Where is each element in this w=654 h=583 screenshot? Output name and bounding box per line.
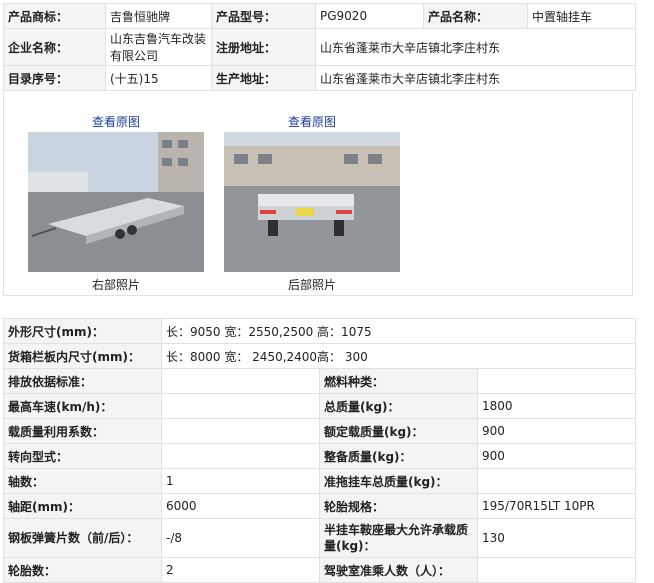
max-speed-value <box>161 393 320 419</box>
steering-value <box>161 443 320 469</box>
brand-label: 产品商标： <box>3 3 106 29</box>
tire-count-label: 轮胎数： <box>3 557 162 583</box>
total-mass-value: 1800 <box>476 393 637 419</box>
dims-value: 长：9050 宽：2550,2500 高：1075 <box>160 318 637 344</box>
catalog-label: 目录序号： <box>3 65 106 91</box>
rated-load-label: 额定载质量(kg)： <box>319 418 478 444</box>
tire-spec-label: 轮胎规格： <box>319 493 478 519</box>
curb-mass-label: 整备质量(kg)： <box>319 443 478 469</box>
prod-address-label: 生产地址： <box>211 65 316 91</box>
wheelbase-value: 6000 <box>161 493 320 519</box>
cab-seats-value <box>476 557 637 583</box>
brand-value: 吉鲁恒驰牌 <box>105 3 212 29</box>
spring-leaves-value: -/8 <box>161 518 320 558</box>
max-speed-label: 最高车速(km/h)： <box>3 393 162 419</box>
info-row: 目录序号： (十五)15 生产地址： 山东省蓬莱市大辛店镇北李庄村东 <box>3 65 636 91</box>
trailer-right-photo-icon[interactable] <box>28 132 204 272</box>
curb-mass-value: 900 <box>476 443 637 469</box>
model-value: PG9020 <box>315 3 424 29</box>
total-mass-label: 总质量(kg)： <box>319 393 478 419</box>
emission-label: 排放依据标准： <box>3 368 162 394</box>
spec-row: 钢板弹簧片数（前/后）： -/8 半挂车鞍座最大允许承载质量(kg)： 130 <box>3 518 637 558</box>
spec-row: 轴距(mm)： 6000 轮胎规格： 195/70R15LT 10PR <box>3 493 637 519</box>
view-original-link[interactable]: 查看原图 <box>224 114 400 130</box>
spec-row: 排放依据标准： 燃料种类： <box>3 368 637 394</box>
spec-row: 最高车速(km/h)： 总质量(kg)： 1800 <box>3 393 637 419</box>
view-original-link[interactable]: 查看原图 <box>28 114 204 130</box>
product-name-label: 产品名称： <box>423 3 528 29</box>
company-value: 山东吉鲁汽车改装有限公司 <box>105 28 212 66</box>
spec-row: 货箱栏板内尺寸(mm)： 长：8000 宽： 2450,2400高： 300 <box>3 343 637 369</box>
trailer-rear-photo-icon[interactable] <box>224 132 400 272</box>
right-photo-block: 查看原图 右部照片 <box>28 114 204 292</box>
steering-label: 转向型式： <box>3 443 162 469</box>
spec-row: 轴数： 1 准拖挂车总质量(kg)： <box>3 468 637 494</box>
spec-row: 载质量利用系数： 额定载质量(kg)： 900 <box>3 418 637 444</box>
prod-address-value: 山东省蓬莱市大辛店镇北李庄村东 <box>315 65 636 91</box>
rear-photo-caption: 后部照片 <box>287 278 336 292</box>
fuel-label: 燃料种类： <box>319 368 478 394</box>
wheelbase-label: 轴距(mm)： <box>3 493 162 519</box>
company-label: 企业名称： <box>3 28 106 66</box>
axles-label: 轴数： <box>3 468 162 494</box>
spec-row: 轮胎数： 2 驾驶室准乘人数（人）： <box>3 557 637 583</box>
model-label: 产品型号： <box>211 3 316 29</box>
info-row: 产品商标： 吉鲁恒驰牌 产品型号： PG9020 产品名称： 中置轴挂车 <box>3 3 636 29</box>
tire-spec-value: 195/70R15LT 10PR <box>476 493 637 519</box>
right-photo-caption: 右部照片 <box>91 278 140 292</box>
fuel-value <box>476 368 637 394</box>
tow-mass-label: 准拖挂车总质量(kg)： <box>319 468 478 494</box>
rear-photo-block: 查看原图 后部照片 <box>224 114 400 292</box>
cargo-dims-value: 长：8000 宽： 2450,2400高： 300 <box>160 343 637 369</box>
axles-value: 1 <box>161 468 320 494</box>
info-row: 企业名称： 山东吉鲁汽车改装有限公司 注册地址： 山东省蓬莱市大辛店镇北李庄村东 <box>3 28 636 66</box>
spec-row: 转向型式： 整备质量(kg)： 900 <box>3 443 637 469</box>
load-util-value <box>161 418 320 444</box>
emission-value <box>161 368 320 394</box>
cargo-dims-label: 货箱栏板内尺寸(mm)： <box>3 343 162 369</box>
photo-panel: 查看原图 右部照片 查看原图 后部照片 <box>3 92 633 296</box>
dims-label: 外形尺寸(mm)： <box>3 318 162 344</box>
load-util-label: 载质量利用系数： <box>3 418 162 444</box>
tire-count-value: 2 <box>161 557 320 583</box>
saddle-load-value: 130 <box>476 518 637 558</box>
spec-row: 外形尺寸(mm)： 长：9050 宽：2550,2500 高：1075 <box>3 318 637 344</box>
product-name-value: 中置轴挂车 <box>527 3 636 29</box>
catalog-value: (十五)15 <box>105 65 212 91</box>
spring-leaves-label: 钢板弹簧片数（前/后）： <box>3 518 162 558</box>
product-info-table: 产品商标： 吉鲁恒驰牌 产品型号： PG9020 产品名称： 中置轴挂车 企业名… <box>3 3 636 91</box>
reg-address-label: 注册地址： <box>211 28 316 66</box>
spec-table: 外形尺寸(mm)： 长：9050 宽：2550,2500 高：1075 货箱栏板… <box>3 318 637 583</box>
saddle-load-label: 半挂车鞍座最大允许承载质量(kg)： <box>319 518 478 558</box>
rated-load-value: 900 <box>476 418 637 444</box>
cab-seats-label: 驾驶室准乘人数（人）： <box>319 557 478 583</box>
tow-mass-value <box>476 468 637 494</box>
reg-address-value: 山东省蓬莱市大辛店镇北李庄村东 <box>315 28 636 66</box>
